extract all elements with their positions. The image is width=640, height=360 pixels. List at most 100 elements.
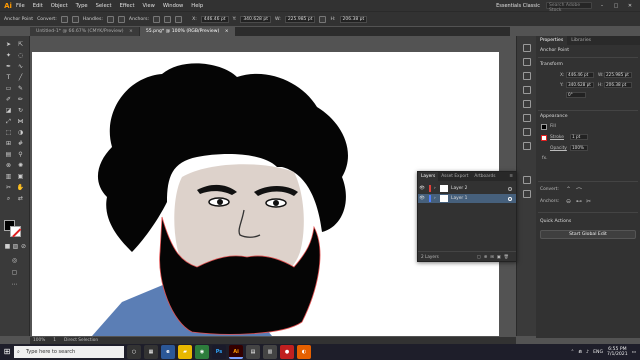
asset-export-panel-icon[interactable] (523, 190, 531, 198)
close-tab-icon[interactable]: × (129, 29, 133, 34)
tab-55-png[interactable]: 55.png* @ 100% (RGB/Preview) × (139, 27, 235, 36)
pen-tool-icon[interactable]: ✒ (4, 62, 13, 71)
stock-search-input[interactable]: Search Adobe Stock (546, 2, 592, 13)
file-explorer-icon[interactable]: ▰ (178, 345, 192, 359)
shaper-tool-icon[interactable]: ✐ (4, 95, 13, 104)
perspective-grid-tool-icon[interactable]: ⊞ (4, 139, 13, 148)
none-mode-icon[interactable]: ⊘ (19, 242, 28, 251)
handles-hide-icon[interactable] (117, 15, 125, 23)
windows-start-icon[interactable]: ⊞ (0, 344, 14, 360)
free-transform-tool-icon[interactable]: ⬚ (4, 128, 13, 137)
tab-untitled-1[interactable]: Untitled-1* @ 66.67% (CMYK/Preview) × (30, 27, 139, 36)
firefox-icon[interactable]: ◐ (297, 345, 311, 359)
app-icon[interactable]: ▤ (246, 345, 260, 359)
remove-anchor-icon[interactable]: ⊖ (566, 198, 571, 205)
rotate-tool-icon[interactable]: ↻ (16, 106, 25, 115)
transparency-panel-icon[interactable] (523, 128, 531, 136)
blend-tool-icon[interactable]: ⊗ (4, 161, 13, 170)
connect-anchors-icon[interactable]: ⊷ (576, 198, 582, 205)
slice-tool-icon[interactable]: ✂ (4, 183, 13, 192)
stroke-weight-field[interactable]: 1 pt (570, 134, 588, 140)
input-language[interactable]: ENG (593, 350, 603, 355)
y-field[interactable]: 340.628 pt (240, 15, 271, 23)
transform-h-field[interactable]: 206.38 pt (604, 82, 632, 88)
visibility-eye-icon[interactable]: 👁 (418, 186, 426, 191)
shape-builder-tool-icon[interactable]: ◑ (16, 128, 25, 137)
workspace-switcher[interactable]: Essentials Classic (496, 3, 540, 9)
maximize-button[interactable]: □ (612, 3, 620, 9)
volume-icon[interactable]: ♪ (586, 350, 589, 355)
handles-show-icon[interactable] (106, 15, 114, 23)
menu-type[interactable]: Type (76, 3, 88, 9)
taskbar-search-input[interactable]: ⌕ Type here to search (14, 346, 124, 358)
selection-tool-icon[interactable]: ➤ (4, 40, 13, 49)
scale-tool-icon[interactable]: ⤢ (4, 117, 13, 126)
gradient-panel-icon[interactable] (523, 114, 531, 122)
width-tool-icon[interactable]: ⋈ (16, 117, 25, 126)
convert-corner-icon[interactable]: ⌃ (566, 186, 571, 193)
convert-corner-icon[interactable] (60, 15, 68, 23)
eraser-tool-icon[interactable]: ◪ (4, 106, 13, 115)
zoom-tool-icon[interactable]: ⌕ (4, 194, 13, 203)
artboard-number[interactable]: 1 (53, 338, 56, 343)
menu-edit[interactable]: Edit (33, 3, 43, 9)
menu-object[interactable]: Object (51, 3, 68, 9)
pencil-tool-icon[interactable]: ✏ (16, 95, 25, 104)
rectangle-tool-icon[interactable]: ▭ (4, 84, 13, 93)
eyedropper-tool-icon[interactable]: ⚲ (16, 150, 25, 159)
paintbrush-tool-icon[interactable]: ✎ (16, 84, 25, 93)
layers-panel-icon[interactable] (523, 176, 531, 184)
stroke-swatch[interactable] (10, 226, 21, 237)
screen-mode-icon[interactable]: ▢ (10, 268, 19, 277)
close-window-button[interactable]: ✕ (626, 3, 634, 9)
chrome-icon[interactable]: ◉ (195, 345, 209, 359)
close-tab-icon[interactable]: × (225, 29, 229, 34)
stroke-panel-icon[interactable] (523, 100, 531, 108)
transform-w-field[interactable]: 225.985 pt (604, 72, 632, 78)
notifications-icon[interactable]: ▭ (632, 350, 636, 355)
network-icon[interactable]: ⋒ (578, 350, 582, 355)
menu-help[interactable]: Help (191, 3, 203, 9)
zoom-level[interactable]: 100% (33, 338, 45, 343)
menu-window[interactable]: Window (163, 3, 183, 9)
current-tool-status[interactable]: Direct Selection (64, 338, 98, 343)
convert-smooth-icon[interactable]: ⌒ (576, 186, 582, 195)
brushes-panel-icon[interactable] (523, 72, 531, 80)
panel-menu-icon[interactable]: ≡ (506, 172, 516, 181)
target-circle-icon[interactable] (508, 196, 512, 201)
layer-name[interactable]: Layer 2 (451, 186, 467, 191)
type-tool-icon[interactable]: T (4, 73, 13, 82)
mesh-tool-icon[interactable]: # (16, 139, 25, 148)
menu-view[interactable]: View (143, 3, 155, 9)
tab-properties[interactable]: Properties (536, 36, 568, 45)
h-field[interactable]: 206.38 pt (339, 15, 368, 23)
swap-colors-icon[interactable]: ⇄ (16, 194, 25, 203)
tab-layers[interactable]: Layers (418, 172, 439, 181)
graph-tool-icon[interactable]: ▥ (4, 172, 13, 181)
remove-anchor-icon[interactable] (153, 15, 161, 23)
transform-y-field[interactable]: 340.628 pt (566, 82, 594, 88)
rotate-field[interactable]: 0° (566, 92, 586, 98)
photoshop-app-icon[interactable]: Ps (212, 345, 226, 359)
minimize-button[interactable]: – (598, 3, 606, 9)
cut-path-icon[interactable]: ✂ (586, 198, 591, 205)
symbols-panel-icon[interactable] (523, 86, 531, 94)
magic-wand-tool-icon[interactable]: ✦ (4, 51, 13, 60)
appearance-panel-icon[interactable] (523, 142, 531, 150)
draw-mode-icon[interactable]: ◎ (10, 256, 19, 265)
stroke-label[interactable]: Stroke (550, 135, 564, 140)
transform-x-field[interactable]: 446.46 pt (566, 72, 594, 78)
cut-path-icon[interactable] (175, 15, 183, 23)
layer-name[interactable]: Layer 1 (451, 196, 467, 201)
tab-artboards[interactable]: Artboards (471, 172, 498, 181)
curvature-tool-icon[interactable]: ∿ (16, 62, 25, 71)
direct-selection-tool-icon[interactable]: ⇱ (16, 40, 25, 49)
tab-asset-export[interactable]: Asset Export (438, 172, 471, 181)
edit-toolbar-icon[interactable]: ⋯ (10, 280, 19, 289)
clock[interactable]: 6:55 PM 7/1/2021 (607, 347, 628, 358)
app-icon[interactable]: ● (280, 345, 294, 359)
menu-select[interactable]: Select (96, 3, 112, 9)
illustrator-app-icon[interactable]: Ai (229, 345, 243, 359)
app-icon[interactable]: ▥ (263, 345, 277, 359)
w-field[interactable]: 225.985 pt (284, 15, 316, 23)
